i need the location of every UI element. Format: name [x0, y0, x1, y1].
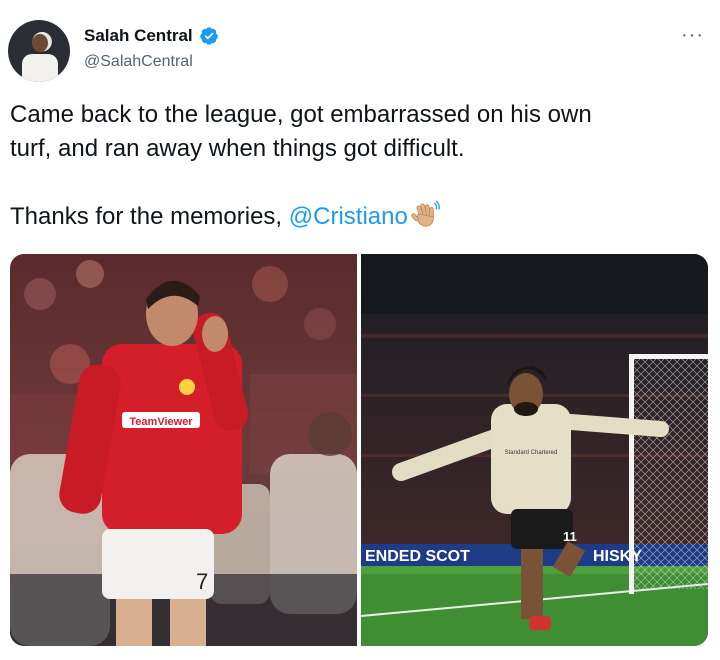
right-board-text: ENDED SCOT [365, 548, 470, 565]
waving-hand-icon [411, 200, 440, 227]
right-shirt-sponsor: Standard Chartered [505, 450, 558, 456]
avatar-head [32, 34, 48, 52]
more-options-icon[interactable]: ··· [681, 24, 704, 47]
salah-photo[interactable]: ENDED SCOT HISKY Standard Chartered 11 [361, 254, 708, 646]
right-shirt-number: 11 [563, 529, 577, 544]
avatar-shirt [22, 54, 58, 82]
tweet-media[interactable]: TeamViewer 7 ENDED SCOT HISKY Standard C… [10, 254, 708, 646]
ronaldo-photo[interactable]: TeamViewer 7 [10, 254, 357, 646]
author-row[interactable]: Salah Central [84, 26, 219, 46]
thanks-text: Thanks for the memories, [10, 203, 289, 230]
left-shirt-sponsor: TeamViewer [129, 416, 193, 428]
left-shirt-number: 7 [196, 569, 208, 594]
verified-badge-icon [199, 27, 218, 45]
avatar[interactable] [8, 20, 70, 82]
tweet-text-line-1: Came back to the league, got embarrassed… [10, 101, 592, 128]
author-handle[interactable]: @SalahCentral [84, 53, 193, 71]
ronaldo-photo-canvas: TeamViewer 7 [10, 254, 357, 646]
mention-link[interactable]: @Cristiano [289, 203, 408, 230]
tweet-text: Came back to the league, got embarrassed… [10, 98, 710, 234]
author-name[interactable]: Salah Central [84, 26, 193, 46]
salah-photo-canvas: ENDED SCOT HISKY Standard Chartered 11 [361, 254, 708, 646]
tweet-text-line-2: turf, and ran away when things got diffi… [10, 135, 465, 162]
tweet-text-line-3: Thanks for the memories, @Cristiano [10, 200, 710, 234]
